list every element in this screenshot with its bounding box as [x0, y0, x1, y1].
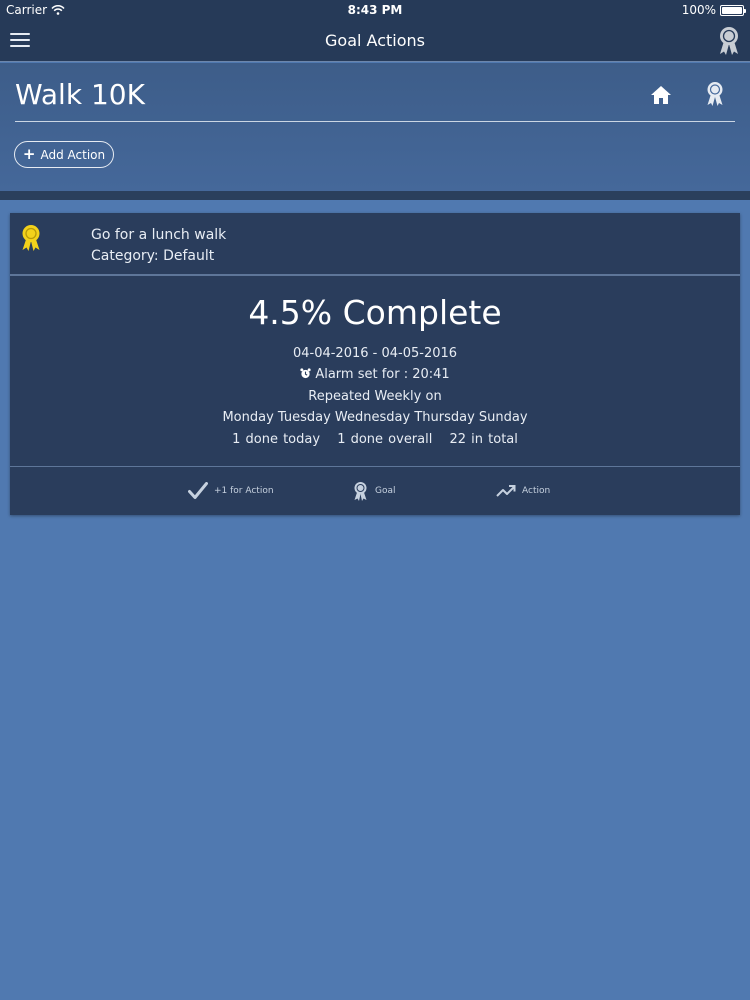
- status-bar: Carrier 8:43 PM 100%: [0, 0, 750, 20]
- card-divider: [10, 274, 740, 276]
- nav-bar: Goal Actions: [0, 20, 750, 62]
- percent-complete: 4.5% Complete: [248, 293, 502, 332]
- header-divider: [15, 121, 735, 122]
- goal-label: Goal: [375, 486, 396, 496]
- action-category: Category: Default: [91, 248, 215, 264]
- action-counts: 1 done today 1 done overall 22 in total: [10, 432, 740, 447]
- alarm-clock-icon: [300, 368, 311, 379]
- nav-title: Goal Actions: [325, 31, 425, 50]
- award-ribbon-icon[interactable]: [716, 26, 742, 56]
- battery-icon: [720, 4, 746, 16]
- repeat-info: Repeated Weekly on: [308, 389, 442, 404]
- add-action-label: Add Action: [40, 147, 106, 162]
- card-footer-divider: [10, 466, 740, 467]
- goal-button[interactable]: Goal: [352, 479, 396, 503]
- header-shadow: [0, 191, 750, 200]
- plus-one-label: +1 for Action: [214, 486, 274, 496]
- repeat-days: Monday Tuesday Wednesday Thursday Sunday: [222, 410, 528, 425]
- goal-header: Walk 10K + Add Action: [0, 63, 750, 191]
- home-icon[interactable]: [650, 85, 672, 105]
- done-today: 1 done today: [232, 432, 321, 447]
- date-range: 04-04-2016 - 04-05-2016: [292, 346, 458, 361]
- alarm-text: Alarm set for : 20:41: [315, 367, 450, 382]
- award-ribbon-icon: [354, 481, 367, 501]
- award-ribbon-icon[interactable]: [704, 81, 726, 107]
- total-count: 22 in total: [449, 432, 518, 447]
- done-overall: 1 done overall: [337, 432, 433, 447]
- alarm-info: Alarm set for : 20:41: [10, 367, 740, 382]
- goal-title: Walk 10K: [15, 78, 145, 111]
- trending-up-icon: [496, 485, 516, 497]
- battery-percent: 100%: [681, 3, 716, 17]
- add-action-button[interactable]: + Add Action: [14, 141, 114, 168]
- plus-one-action-button[interactable]: +1 for Action: [188, 479, 274, 503]
- action-name: Go for a lunch walk: [91, 227, 227, 243]
- plus-icon: +: [22, 145, 36, 163]
- battery-info: 100%: [681, 3, 746, 17]
- action-label: Action: [522, 486, 551, 496]
- action-trend-button[interactable]: Action: [496, 479, 550, 503]
- award-ribbon-icon: [22, 225, 40, 251]
- action-card: Go for a lunch walk Category: Default 4.…: [10, 213, 740, 515]
- checkmark-icon: [188, 482, 208, 499]
- status-time: 8:43 PM: [347, 3, 403, 17]
